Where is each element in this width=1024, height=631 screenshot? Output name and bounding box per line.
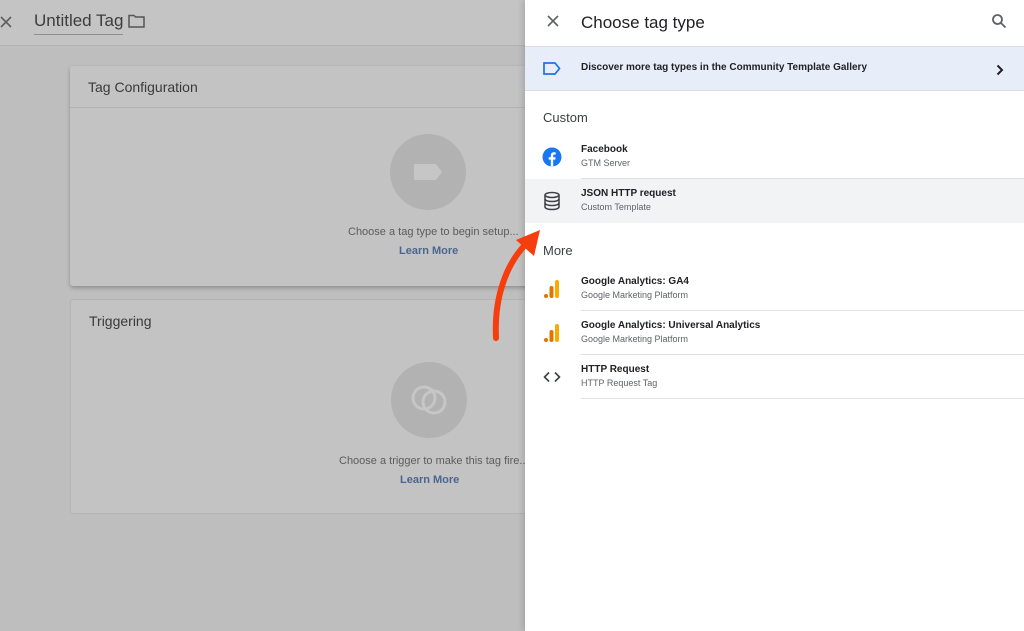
row-divider bbox=[581, 398, 1024, 399]
tag-type-name: JSON HTTP request bbox=[581, 188, 676, 199]
search-icon[interactable] bbox=[991, 13, 1007, 29]
tag-type-item-facebook[interactable]: Facebook GTM Server bbox=[525, 135, 1024, 179]
close-icon[interactable] bbox=[545, 13, 561, 29]
tag-type-name: Google Analytics: Universal Analytics bbox=[581, 320, 761, 331]
tag-type-item-http-request[interactable]: HTTP Request HTTP Request Tag bbox=[525, 355, 1024, 399]
annotation-arrow-icon bbox=[492, 230, 540, 341]
tag-type-subtitle: GTM Server bbox=[581, 158, 631, 168]
tag-type-subtitle: Custom Template bbox=[581, 202, 651, 212]
section-label-custom: Custom bbox=[543, 110, 588, 125]
tag-name-field[interactable]: Untitled Tag bbox=[34, 11, 124, 35]
section-label-more: More bbox=[543, 243, 573, 258]
tag-learn-more-link[interactable]: Learn More bbox=[399, 245, 458, 257]
tag-type-name: Google Analytics: GA4 bbox=[581, 276, 689, 287]
trigger-learn-more-link[interactable]: Learn More bbox=[400, 474, 459, 486]
database-icon bbox=[542, 191, 562, 211]
tag-type-item-ga4[interactable]: Google Analytics: GA4 Google Marketing P… bbox=[525, 267, 1024, 311]
tag-type-subtitle: Google Marketing Platform bbox=[581, 290, 689, 300]
triggering-heading: Triggering bbox=[89, 313, 152, 329]
code-icon bbox=[542, 367, 562, 387]
trigger-placeholder-icon[interactable] bbox=[391, 362, 467, 438]
tag-placeholder-icon[interactable] bbox=[390, 134, 466, 210]
community-gallery-label: Discover more tag types in the Community… bbox=[581, 62, 868, 73]
chevron-right-icon[interactable] bbox=[996, 63, 1004, 76]
tag-type-name: HTTP Request bbox=[581, 364, 650, 375]
tag-type-subtitle: Google Marketing Platform bbox=[581, 334, 689, 344]
panel-title: Choose tag type bbox=[581, 13, 705, 32]
tag-type-name: Facebook bbox=[581, 144, 628, 155]
editor-close-icon[interactable] bbox=[0, 12, 14, 32]
tag-type-item-universal-analytics[interactable]: Google Analytics: Universal Analytics Go… bbox=[525, 311, 1024, 355]
triggering-card[interactable]: Triggering Choose a trigger to make this… bbox=[70, 299, 540, 514]
tag-type-item-json-http-request[interactable]: JSON HTTP request Custom Template bbox=[525, 179, 1024, 223]
community-gallery-banner[interactable]: Discover more tag types in the Community… bbox=[525, 46, 1024, 91]
tag-outline-icon bbox=[543, 62, 561, 75]
tag-type-subtitle: HTTP Request Tag bbox=[581, 378, 658, 388]
tag-configuration-heading: Tag Configuration bbox=[70, 66, 540, 108]
choose-tag-type-panel: Choose tag type Discover more tag types … bbox=[525, 0, 1024, 631]
facebook-icon bbox=[542, 147, 562, 167]
tag-configuration-card[interactable]: Tag Configuration Choose a tag type to b… bbox=[70, 66, 540, 286]
folder-icon[interactable] bbox=[128, 14, 145, 28]
